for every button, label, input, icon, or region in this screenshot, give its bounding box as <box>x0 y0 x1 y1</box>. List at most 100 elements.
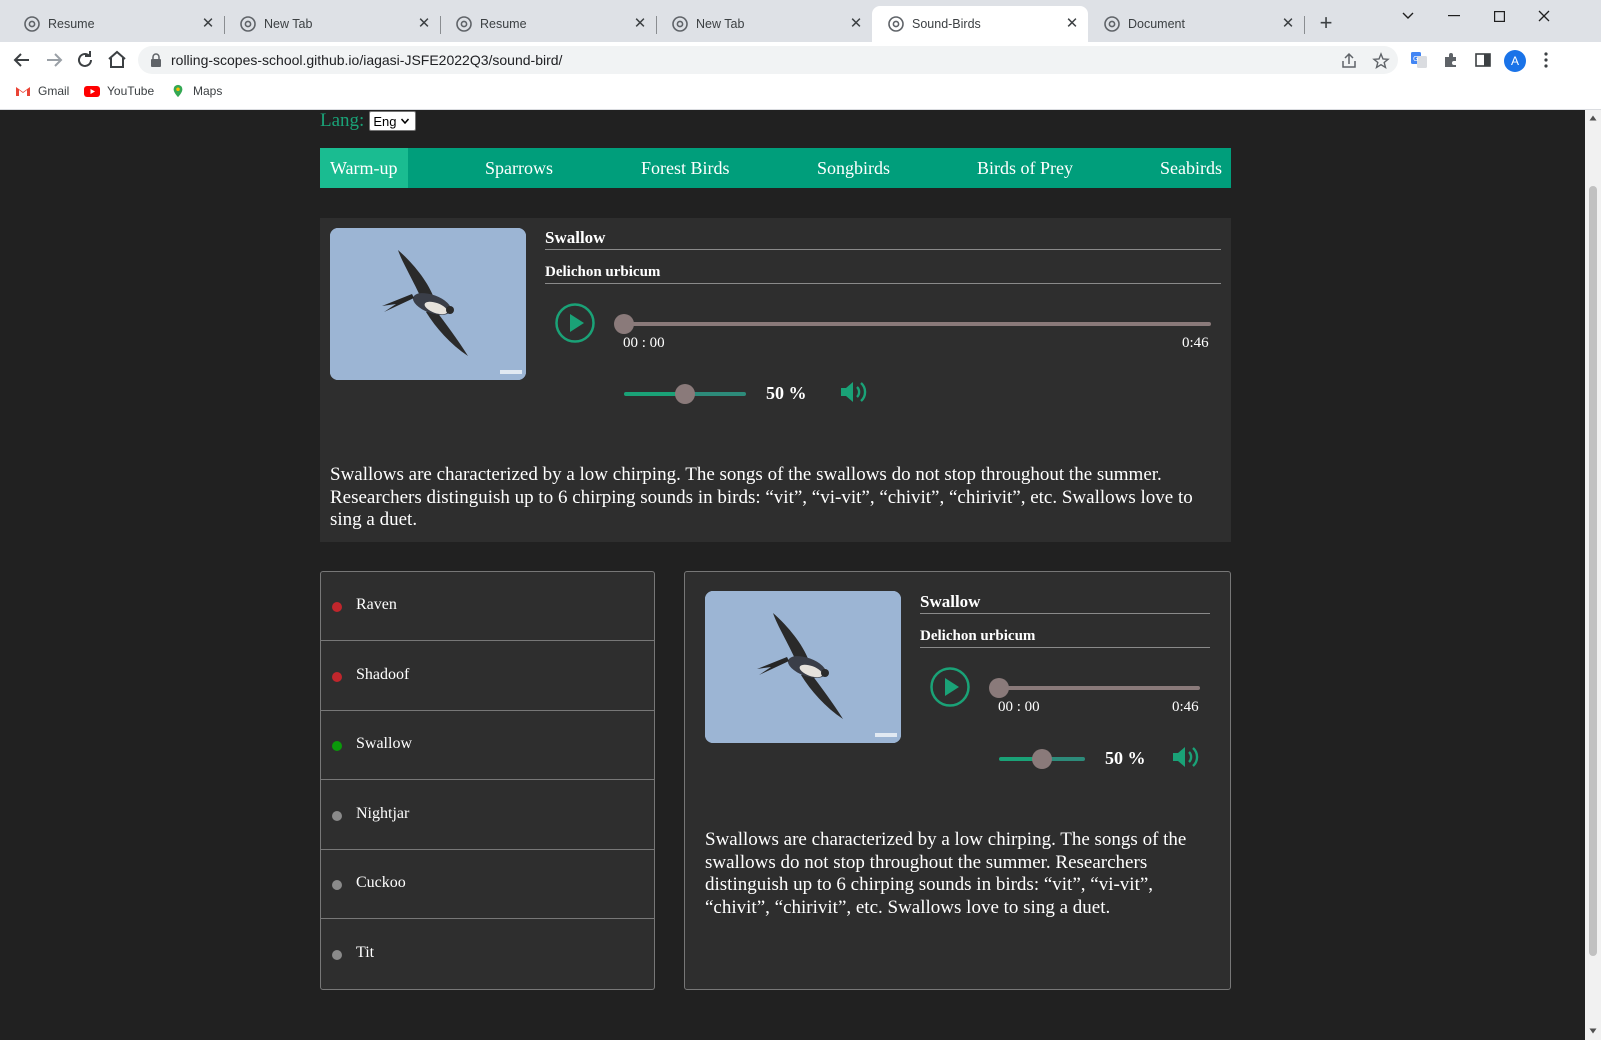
status-dot-unanswered <box>332 880 342 890</box>
scrollbar-thumb[interactable] <box>1589 186 1597 956</box>
answer-option-shadoof[interactable]: Shadoof <box>321 642 654 711</box>
category-birds-of-prey[interactable]: Birds of Prey <box>977 148 1073 188</box>
tab-title: Sound-Birds <box>912 17 981 31</box>
new-tab-button[interactable]: + <box>1314 12 1338 36</box>
browser-tab[interactable]: New Tab ✕ <box>656 6 872 42</box>
page-viewport: Lang: Eng Warm-up Sparrows Forest Birds … <box>0 110 1585 1040</box>
answer-option-raven[interactable]: Raven <box>321 572 654 641</box>
status-dot-unanswered <box>332 950 342 960</box>
progress-knob[interactable] <box>989 678 1009 698</box>
language-select[interactable]: Eng <box>369 111 417 131</box>
volume-knob[interactable] <box>1032 749 1052 769</box>
answer-option-tit[interactable]: Tit <box>321 920 654 989</box>
close-tab-icon[interactable]: ✕ <box>1064 16 1080 32</box>
play-icon[interactable] <box>554 302 596 344</box>
more-menu-icon[interactable] <box>1542 51 1550 69</box>
category-nav: Warm-up Sparrows Forest Birds Songbirds … <box>320 148 1231 188</box>
browser-toolbar: rolling-scopes-school.github.io/iagasi-J… <box>0 42 1601 78</box>
url-text: rolling-scopes-school.github.io/iagasi-J… <box>171 52 563 68</box>
translate-icon[interactable]: G <box>1410 51 1428 69</box>
category-songbirds[interactable]: Songbirds <box>817 148 890 188</box>
info-bird-latin: Delichon urbicum <box>920 628 1210 648</box>
bookmark-star-icon[interactable] <box>1372 52 1390 70</box>
close-tab-icon[interactable]: ✕ <box>848 16 864 32</box>
status-dot-wrong <box>332 602 342 612</box>
browser-tab-active[interactable]: Sound-Birds ✕ <box>872 6 1088 42</box>
close-tab-icon[interactable]: ✕ <box>416 16 432 32</box>
info-description: Swallows are characterized by a low chir… <box>705 829 1187 918</box>
chrome-favicon-icon <box>672 16 688 32</box>
window-close-icon[interactable] <box>1524 6 1564 26</box>
share-icon[interactable] <box>1340 52 1358 70</box>
maps-pin-icon <box>173 84 183 98</box>
extensions-puzzle-icon[interactable] <box>1442 51 1460 69</box>
lock-icon[interactable] <box>150 53 162 67</box>
bird-info-card: Swallow Delichon urbicum 00 : 00 0:46 50… <box>684 571 1231 990</box>
back-arrow-icon[interactable] <box>10 48 34 72</box>
answer-option-nightjar[interactable]: Nightjar <box>321 781 654 850</box>
minimize-icon[interactable] <box>1434 6 1474 26</box>
chrome-favicon-icon <box>240 16 256 32</box>
answer-label: Tit <box>356 944 375 961</box>
side-panel-icon[interactable] <box>1474 51 1492 69</box>
bookmark-maps[interactable]: Maps <box>170 84 222 98</box>
category-sparrows[interactable]: Sparrows <box>485 148 553 188</box>
close-tab-icon[interactable]: ✕ <box>200 16 216 32</box>
volume-knob[interactable] <box>675 384 695 404</box>
browser-tab[interactable]: Resume ✕ <box>8 6 225 42</box>
progress-track[interactable] <box>624 322 1211 326</box>
browser-tab-strip: Resume ✕ New Tab ✕ Resume ✕ New Tab ✕ So… <box>0 0 1601 42</box>
maximize-icon[interactable] <box>1479 6 1519 26</box>
status-dot-correct <box>332 741 342 751</box>
tab-separator <box>1304 16 1305 34</box>
scroll-up-arrow-icon[interactable] <box>1589 115 1597 121</box>
chrome-favicon-icon <box>1104 16 1120 32</box>
home-icon[interactable] <box>105 48 129 72</box>
speaker-volume-icon[interactable] <box>1171 745 1201 769</box>
question-bird-name: Swallow <box>545 228 1221 250</box>
bookmark-label: Gmail <box>38 84 70 98</box>
close-tab-icon[interactable]: ✕ <box>1280 16 1296 32</box>
answer-label: Raven <box>356 596 397 613</box>
answer-option-cuckoo[interactable]: Cuckoo <box>321 850 654 919</box>
question-block: Swallow Delichon urbicum 00 : 00 0:46 50… <box>320 218 1231 542</box>
bird-image <box>330 228 526 380</box>
progress-knob[interactable] <box>614 314 634 334</box>
tab-title: New Tab <box>696 17 745 31</box>
category-forest-birds[interactable]: Forest Birds <box>641 148 730 188</box>
category-warm-up[interactable]: Warm-up <box>320 148 408 188</box>
category-seabirds[interactable]: Seabirds <box>1160 148 1222 188</box>
answer-label: Cuckoo <box>356 874 406 891</box>
swallow-bird-illustration <box>705 591 901 743</box>
play-icon[interactable] <box>929 666 971 708</box>
browser-tab[interactable]: Resume ✕ <box>440 6 657 42</box>
tab-title: Resume <box>48 17 95 31</box>
time-current: 00 : 00 <box>623 335 665 351</box>
page-scrollbar[interactable] <box>1585 110 1601 1040</box>
browser-tab[interactable]: Document ✕ <box>1088 6 1305 42</box>
speaker-volume-icon[interactable] <box>839 380 869 404</box>
browser-tab[interactable]: New Tab ✕ <box>224 6 441 42</box>
bookmark-youtube[interactable]: YouTube <box>84 84 154 98</box>
answer-option-swallow[interactable]: Swallow <box>321 711 654 780</box>
volume-percent: 50 % <box>766 383 807 403</box>
forward-arrow-icon[interactable] <box>42 48 66 72</box>
address-bar[interactable]: rolling-scopes-school.github.io/iagasi-J… <box>138 46 1398 74</box>
question-bird-latin: Delichon urbicum <box>545 264 1221 284</box>
progress-track[interactable] <box>999 686 1200 690</box>
scroll-down-arrow-icon[interactable] <box>1589 1028 1597 1034</box>
chrome-favicon-icon <box>888 16 904 32</box>
close-tab-icon[interactable]: ✕ <box>632 16 648 32</box>
reload-icon[interactable] <box>73 48 97 72</box>
status-dot-unanswered <box>332 811 342 821</box>
youtube-icon <box>84 86 100 97</box>
language-switcher: Lang: Eng <box>320 110 417 132</box>
tab-search-chevron-icon[interactable] <box>1388 6 1428 26</box>
bookmark-gmail[interactable]: Gmail <box>15 84 69 98</box>
profile-avatar[interactable]: A <box>1504 50 1526 72</box>
language-label: Lang: <box>320 110 365 131</box>
chrome-favicon-icon <box>24 16 40 32</box>
bird-image <box>705 591 901 743</box>
time-total: 0:46 <box>1182 335 1209 351</box>
question-description: Swallows are characterized by a low chir… <box>330 464 1193 530</box>
